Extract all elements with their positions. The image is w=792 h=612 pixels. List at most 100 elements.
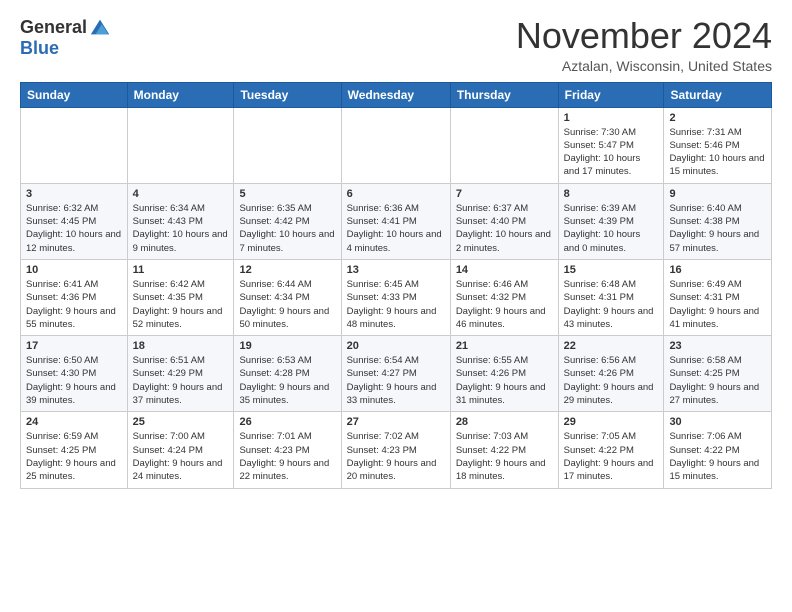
day-info: Sunrise: 6:37 AM Sunset: 4:40 PM Dayligh… [456,202,553,255]
day-number: 10 [26,264,122,276]
day-info: Sunrise: 7:01 AM Sunset: 4:23 PM Dayligh… [239,430,335,483]
calendar-cell: 5Sunrise: 6:35 AM Sunset: 4:42 PM Daylig… [234,183,341,259]
day-number: 30 [669,416,766,428]
day-number: 19 [239,340,335,352]
day-number: 16 [669,264,766,276]
calendar-cell [234,107,341,183]
calendar-cell [127,107,234,183]
calendar-table: SundayMondayTuesdayWednesdayThursdayFrid… [20,82,772,489]
calendar-cell: 12 Sunrise: 6:44 AM Sunset: 4:34 PM Dayli… [234,259,341,335]
day-info: Sunrise: 6:50 AM Sunset: 4:30 PM Dayligh… [26,354,122,407]
day-info: Sunrise: 6:42 AM Sunset: 4:35 PM Dayligh… [133,278,229,331]
day-number: 25 [133,416,229,428]
weekday-header-tuesday: Tuesday [234,82,341,107]
day-info: Sunrise: 7:30 AM Sunset: 5:47 PM Dayligh… [564,126,659,179]
day-number: 17 [26,340,122,352]
day-number: 4 [133,188,229,200]
day-number: 28 [456,416,553,428]
month-title: November 2024 [516,16,772,56]
day-info: Sunrise: 6:40 AM Sunset: 4:38 PM Dayligh… [669,202,766,255]
day-info: Sunrise: 6:46 AM Sunset: 4:32 PM Dayligh… [456,278,553,331]
day-number: 1 [564,112,659,124]
day-number: 29 [564,416,659,428]
weekday-header-friday: Friday [558,82,664,107]
day-number: 7 [456,188,553,200]
day-number: 2 [669,112,766,124]
calendar-cell: 25 Sunrise: 7:00 AM Sunset: 4:24 PM Dayli… [127,412,234,488]
day-number: 27 [347,416,445,428]
day-info: Sunrise: 6:55 AM Sunset: 4:26 PM Dayligh… [456,354,553,407]
day-info: Sunrise: 6:34 AM Sunset: 4:43 PM Dayligh… [133,202,229,255]
calendar-cell: 20Sunrise: 6:54 AM Sunset: 4:27 PM Dayli… [341,336,450,412]
weekday-header-wednesday: Wednesday [341,82,450,107]
day-number: 22 [564,340,659,352]
calendar-week-4: 17 Sunrise: 6:50 AM Sunset: 4:30 PM Dayli… [21,336,772,412]
calendar-header: SundayMondayTuesdayWednesdayThursdayFrid… [21,82,772,107]
day-number: 3 [26,188,122,200]
calendar-week-3: 10Sunrise: 6:41 AM Sunset: 4:36 PM Dayli… [21,259,772,335]
calendar-cell: 7 Sunrise: 6:37 AM Sunset: 4:40 PM Daylig… [450,183,558,259]
calendar-cell: 24Sunrise: 6:59 AM Sunset: 4:25 PM Dayli… [21,412,128,488]
day-number: 23 [669,340,766,352]
calendar-cell: 19 Sunrise: 6:53 AM Sunset: 4:28 PM Dayli… [234,336,341,412]
calendar-cell: 14Sunrise: 6:46 AM Sunset: 4:32 PM Dayli… [450,259,558,335]
weekday-header-monday: Monday [127,82,234,107]
day-number: 8 [564,188,659,200]
calendar-cell: 4 Sunrise: 6:34 AM Sunset: 4:43 PM Daylig… [127,183,234,259]
calendar-cell: 3 Sunrise: 6:32 AM Sunset: 4:45 PM Daylig… [21,183,128,259]
calendar-cell: 29 Sunrise: 7:05 AM Sunset: 4:22 PM Dayli… [558,412,664,488]
calendar-cell: 15 Sunrise: 6:48 AM Sunset: 4:31 PM Dayli… [558,259,664,335]
calendar-week-1: 1 Sunrise: 7:30 AM Sunset: 5:47 PM Daylig… [21,107,772,183]
calendar-cell [450,107,558,183]
logo-general-text: General [20,17,87,38]
day-info: Sunrise: 6:36 AM Sunset: 4:41 PM Dayligh… [347,202,445,255]
day-info: Sunrise: 6:32 AM Sunset: 4:45 PM Dayligh… [26,202,122,255]
day-info: Sunrise: 7:03 AM Sunset: 4:22 PM Dayligh… [456,430,553,483]
day-number: 5 [239,188,335,200]
calendar-week-5: 24Sunrise: 6:59 AM Sunset: 4:25 PM Dayli… [21,412,772,488]
calendar-week-2: 3 Sunrise: 6:32 AM Sunset: 4:45 PM Daylig… [21,183,772,259]
day-info: Sunrise: 6:45 AM Sunset: 4:33 PM Dayligh… [347,278,445,331]
day-number: 6 [347,188,445,200]
calendar-cell: 18Sunrise: 6:51 AM Sunset: 4:29 PM Dayli… [127,336,234,412]
calendar-cell: 9 Sunrise: 6:40 AM Sunset: 4:38 PM Daylig… [664,183,772,259]
day-info: Sunrise: 7:06 AM Sunset: 4:22 PM Dayligh… [669,430,766,483]
day-number: 20 [347,340,445,352]
day-info: Sunrise: 7:00 AM Sunset: 4:24 PM Dayligh… [133,430,229,483]
day-number: 15 [564,264,659,276]
calendar-cell [341,107,450,183]
calendar-cell: 17 Sunrise: 6:50 AM Sunset: 4:30 PM Dayli… [21,336,128,412]
calendar-cell: 8 Sunrise: 6:39 AM Sunset: 4:39 PM Daylig… [558,183,664,259]
day-number: 13 [347,264,445,276]
day-number: 21 [456,340,553,352]
day-info: Sunrise: 6:44 AM Sunset: 4:34 PM Dayligh… [239,278,335,331]
day-info: Sunrise: 6:53 AM Sunset: 4:28 PM Dayligh… [239,354,335,407]
logo-icon [89,16,111,38]
calendar-cell: 22 Sunrise: 6:56 AM Sunset: 4:26 PM Dayli… [558,336,664,412]
calendar-cell: 6 Sunrise: 6:36 AM Sunset: 4:41 PM Daylig… [341,183,450,259]
calendar-cell: 10Sunrise: 6:41 AM Sunset: 4:36 PM Dayli… [21,259,128,335]
calendar-cell: 28 Sunrise: 7:03 AM Sunset: 4:22 PM Dayli… [450,412,558,488]
calendar-cell: 27Sunrise: 7:02 AM Sunset: 4:23 PM Dayli… [341,412,450,488]
calendar-cell: 1 Sunrise: 7:30 AM Sunset: 5:47 PM Daylig… [558,107,664,183]
calendar-cell [21,107,128,183]
day-number: 9 [669,188,766,200]
day-number: 12 [239,264,335,276]
calendar-cell: 21 Sunrise: 6:55 AM Sunset: 4:26 PM Dayli… [450,336,558,412]
calendar-cell: 11 Sunrise: 6:42 AM Sunset: 4:35 PM Dayli… [127,259,234,335]
calendar-cell: 30 Sunrise: 7:06 AM Sunset: 4:22 PM Dayli… [664,412,772,488]
day-number: 11 [133,264,229,276]
location-text: Aztalan, Wisconsin, United States [516,58,772,74]
day-info: Sunrise: 6:58 AM Sunset: 4:25 PM Dayligh… [669,354,766,407]
day-info: Sunrise: 6:48 AM Sunset: 4:31 PM Dayligh… [564,278,659,331]
day-info: Sunrise: 6:39 AM Sunset: 4:39 PM Dayligh… [564,202,659,255]
calendar-cell: 16Sunrise: 6:49 AM Sunset: 4:31 PM Dayli… [664,259,772,335]
day-number: 18 [133,340,229,352]
day-number: 26 [239,416,335,428]
day-number: 24 [26,416,122,428]
weekday-header-thursday: Thursday [450,82,558,107]
day-info: Sunrise: 7:05 AM Sunset: 4:22 PM Dayligh… [564,430,659,483]
day-info: Sunrise: 6:56 AM Sunset: 4:26 PM Dayligh… [564,354,659,407]
calendar-cell: 2Sunrise: 7:31 AM Sunset: 5:46 PM Daylig… [664,107,772,183]
calendar-cell: 13 Sunrise: 6:45 AM Sunset: 4:33 PM Dayli… [341,259,450,335]
